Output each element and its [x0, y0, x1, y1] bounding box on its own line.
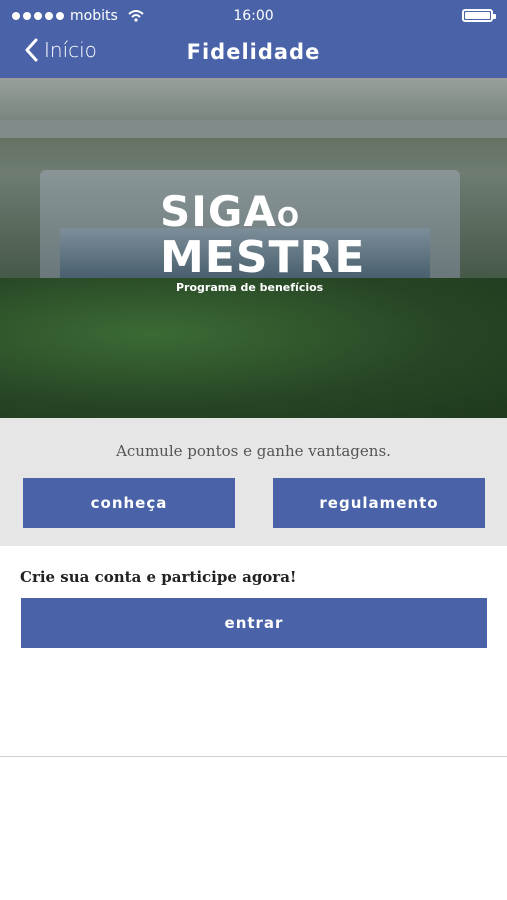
siga-o-mestre-logo: SIGAO MESTRE Programa de benefícios — [160, 191, 366, 295]
hero-road — [0, 120, 507, 138]
regulamento-button[interactable]: regulamento — [273, 478, 485, 528]
nav-bar: Início Fidelidade — [0, 32, 507, 78]
logo-line1: SIGA — [160, 187, 277, 236]
battery-icon — [462, 9, 496, 22]
promo-text: Acumule pontos e ganhe vantagens. — [116, 442, 391, 460]
entrar-button[interactable]: entrar — [21, 598, 487, 648]
divider — [0, 756, 507, 757]
conheca-button[interactable]: conheça — [23, 478, 235, 528]
status-time: 16:00 — [233, 8, 274, 24]
status-bar: mobits 16:00 — [0, 0, 507, 32]
hero-image: SIGAO MESTRE Programa de benefícios — [0, 78, 507, 418]
hero-city — [0, 78, 507, 120]
header: mobits 16:00 Início Fidelidade — [0, 0, 507, 78]
logo-line2: MESTRE — [160, 232, 366, 283]
signup-text: Crie sua conta e participe agora! — [20, 568, 297, 586]
page-title: Fidelidade — [186, 40, 321, 64]
logo-o: O — [276, 203, 299, 233]
hero-trees — [0, 278, 507, 418]
promo-section: Acumule pontos e ganhe vantagens. conheç… — [0, 418, 507, 546]
